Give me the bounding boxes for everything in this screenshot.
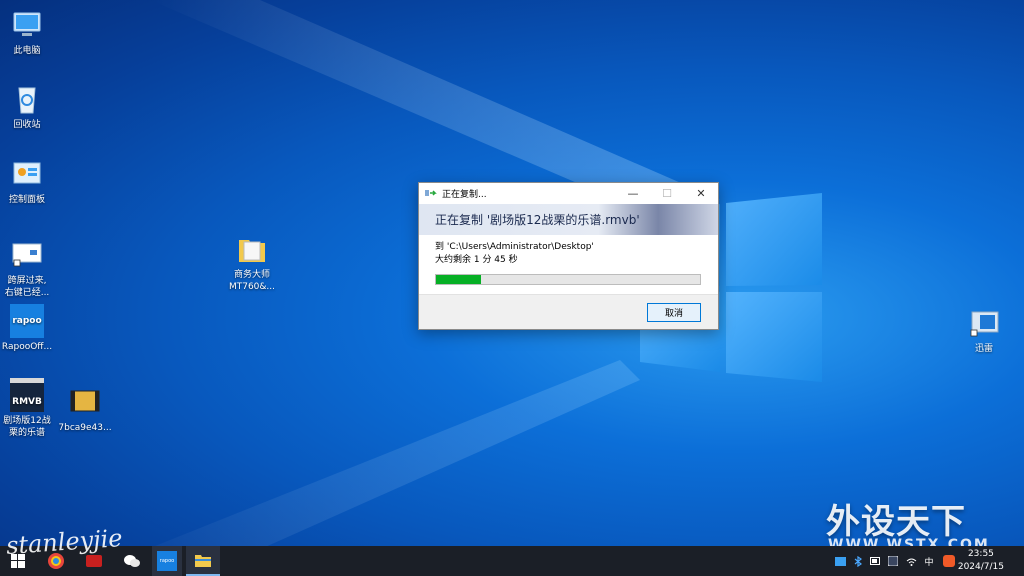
desktop-icon-label: 此电脑 <box>13 46 41 56</box>
desktop-icon-label: 控制面板 <box>8 195 45 205</box>
dialog-footer: 取消 <box>419 294 718 329</box>
desktop-icon-xunlei[interactable]: 迅雷 <box>952 306 1016 355</box>
rapoo-taskbar-icon: rapoo <box>157 551 177 571</box>
rapoo-icon: rapoo <box>10 304 44 338</box>
desktop-icon-label: 7bca9e43... <box>58 423 112 433</box>
tray-app-1[interactable] <box>833 546 847 576</box>
desktop-icon-recycle-bin[interactable]: 回收站 <box>0 82 59 131</box>
copy-arrow-icon <box>425 189 437 196</box>
desktop-icon-rapoo-office[interactable]: rapoo RapooOff... <box>0 304 59 353</box>
desktop-icon-mt760-folder[interactable]: 商务大师 MT760&... <box>220 232 284 293</box>
clock-date: 2024/7/15 <box>957 562 1004 572</box>
cancel-button[interactable]: 取消 <box>647 303 701 322</box>
tray-network[interactable] <box>904 546 918 576</box>
taskbar-file-explorer[interactable] <box>186 546 220 576</box>
destination-text: 到 'C:\Users\Administrator\Desktop' <box>435 242 594 252</box>
sogou-icon <box>943 555 955 567</box>
computer-icon <box>13 12 41 36</box>
progress-fill <box>436 275 481 284</box>
dialog-body: 到 'C:\Users\Administrator\Desktop' 大约剩余 … <box>419 235 718 285</box>
video-file-icon: RMVB <box>10 378 44 412</box>
desktop-icon-label: 迅雷 <box>974 344 993 354</box>
desktop-icon-label: RapooOff... <box>1 342 53 352</box>
tray-bluetooth[interactable] <box>851 546 865 576</box>
clock-time: 23:55 <box>967 549 994 559</box>
app-tray-icon <box>888 556 898 566</box>
xunlei-icon <box>970 311 999 337</box>
time-remaining-text: 大约剩余 1 分 45 秒 <box>435 255 518 265</box>
desktop-icon-control-panel[interactable]: 控制面板 <box>0 157 59 206</box>
copy-progress-dialog: 正在复制... — ☐ ✕ 正在复制 '剧场版12战栗的乐谱.rmvb' 到 '… <box>418 182 719 330</box>
taskbar-clock[interactable]: 23:55 2024/7/15 <box>958 548 1004 574</box>
control-panel-icon <box>13 162 41 184</box>
tray-app-2[interactable] <box>886 546 900 576</box>
desktop-icon-rmvb-file[interactable]: RMVB 剧场版12战 栗的乐谱 <box>0 378 59 439</box>
dialog-title: 正在复制... <box>442 190 487 200</box>
desktop-icon-label: 跨屏过来, 右键已经... <box>4 276 50 298</box>
folder-icon <box>239 240 265 262</box>
progress-bar <box>435 274 701 285</box>
red-app-icon <box>86 555 102 567</box>
tray-battery[interactable] <box>868 546 882 576</box>
recycle-bin-icon <box>18 87 36 114</box>
tray-sogou[interactable] <box>942 546 956 576</box>
minimize-button[interactable]: — <box>616 183 650 204</box>
ime-indicator[interactable]: 中 <box>922 546 936 576</box>
wifi-icon <box>906 558 916 566</box>
desktop-icon-label: 回收站 <box>13 120 41 130</box>
dialog-header: 正在复制 '剧场版12战栗的乐谱.rmvb' <box>419 204 718 235</box>
brand-watermark: 外设天下 <box>826 502 966 542</box>
taskbar-rapoo[interactable]: rapoo <box>152 546 182 576</box>
close-button[interactable]: ✕ <box>684 183 718 204</box>
video-thumbnail-icon <box>70 390 100 412</box>
bluetooth-icon <box>854 555 862 567</box>
keyboard-icon <box>834 556 846 566</box>
maximize-button[interactable]: ☐ <box>650 183 684 204</box>
taskbar: rapoo 中 23:55 2024/7/15 <box>0 546 1024 576</box>
battery-icon <box>869 557 880 565</box>
desktop-icon-label: 商务大师 MT760&... <box>228 270 276 292</box>
cross-screen-app-icon <box>12 243 42 267</box>
copy-header-text: 正在复制 '剧场版12战栗的乐谱.rmvb' <box>435 213 640 227</box>
desktop-icon-this-pc[interactable]: 此电脑 <box>0 8 59 57</box>
dialog-titlebar[interactable]: 正在复制... — ☐ ✕ <box>419 183 718 204</box>
desktop-icon-cross-screen[interactable]: 跨屏过来, 右键已经... <box>0 238 59 299</box>
desktop-icon-label: 剧场版12战 栗的乐谱 <box>3 416 51 438</box>
wechat-icon <box>124 555 140 567</box>
desktop-icon-video-7bca[interactable]: 7bca9e43... <box>53 385 117 434</box>
folder-icon <box>195 555 211 567</box>
